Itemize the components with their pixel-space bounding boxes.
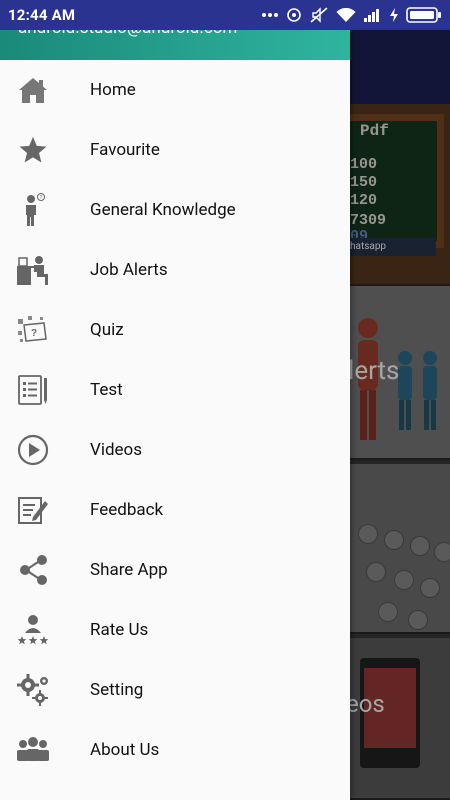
test-paper-icon [16,373,50,407]
menu-item-favourite[interactable]: Favourite [0,120,350,180]
signal-icon [364,8,382,22]
menu-item-label: Rate Us [90,620,149,640]
menu-item-label: Home [90,80,136,100]
menu-item-home[interactable]: Home [0,60,350,120]
menu-item-videos[interactable]: Videos [0,420,350,480]
gk-person-icon: ? [16,193,50,227]
svg-text:?: ? [40,195,43,201]
menu-item-feedback[interactable]: Feedback [0,480,350,540]
menu-item-label: Share App [90,560,168,580]
star-icon [16,133,50,167]
mute-icon [310,7,328,23]
menu-item-label: About Us [90,740,160,760]
gears-icon [16,673,50,707]
menu-item-setting[interactable]: Setting [0,660,350,720]
menu-item-label: Test [90,380,123,400]
home-icon [16,73,50,107]
status-time: 12:44 AM [8,6,76,24]
menu-item-label: Setting [90,680,144,700]
menu-item-job-alerts[interactable]: Job Alerts [0,240,350,300]
svg-text:?: ? [31,328,37,339]
drawer-menu: Home Favourite ? General Knowledge Job A… [0,60,350,780]
wifi-icon [336,7,356,23]
rate-us-icon [16,613,50,647]
group-icon [16,733,50,767]
menu-item-share-app[interactable]: Share App [0,540,350,600]
background-app: Pdf 100 150 120 7309 09 hatsapp lerts os [350,30,450,800]
menu-item-label: Videos [90,440,143,460]
charging-icon [390,8,398,22]
drawer-header-email: android.studio@android.com [18,30,237,38]
quiz-icon: ? [16,313,50,347]
drawer-scrim[interactable] [350,30,450,800]
menu-item-rate-us[interactable]: Rate Us [0,600,350,660]
menu-item-general-knowledge[interactable]: ? General Knowledge [0,180,350,240]
status-bar: 12:44 AM [0,0,450,30]
menu-item-about-us[interactable]: About Us [0,720,350,780]
play-circle-icon [16,433,50,467]
menu-item-quiz[interactable]: ? Quiz [0,300,350,360]
menu-item-test[interactable]: Test [0,360,350,420]
feedback-icon [16,493,50,527]
menu-item-label: General Knowledge [90,200,236,220]
menu-item-label: Job Alerts [90,260,168,280]
status-icons [262,7,442,23]
menu-item-label: Quiz [90,320,124,340]
more-dots-icon [262,12,278,18]
drawer-header: android.studio@android.com [0,30,350,60]
job-desk-icon [16,253,50,287]
menu-item-label: Favourite [90,140,160,160]
battery-icon [406,7,442,23]
navigation-drawer: android.studio@android.com Home Favourit… [0,30,350,800]
menu-item-label: Feedback [90,500,164,520]
share-icon [16,553,50,587]
location-icon [286,7,302,23]
